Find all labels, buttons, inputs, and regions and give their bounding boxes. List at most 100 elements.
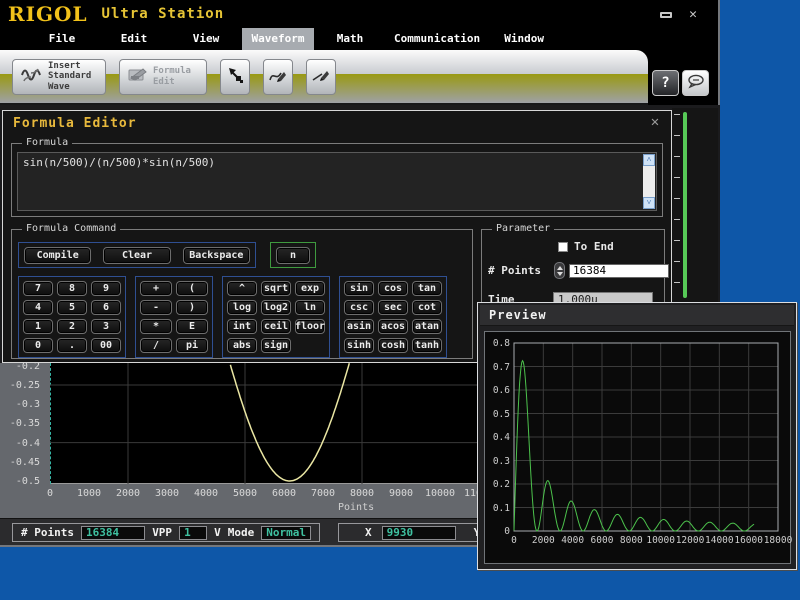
formula-edit-button[interactable]: Formula Edit — [119, 59, 207, 95]
scroll-up-icon[interactable]: ˄ — [643, 154, 655, 166]
keypad-sec-button[interactable]: sec — [378, 300, 408, 315]
keypad-7-button[interactable]: 7 — [23, 281, 53, 296]
formula-groupbox: Formula sin(n/500)/(n/500)*sin(n/500) ˄ … — [11, 143, 663, 217]
to-end-checkbox[interactable] — [558, 242, 568, 252]
formula-edit-icon — [127, 66, 149, 88]
keypad-pi-button[interactable]: pi — [176, 338, 208, 353]
keypad-00-button[interactable]: 00 — [91, 338, 121, 353]
keypad-abs-button[interactable]: abs — [227, 338, 257, 353]
keypad-int-button[interactable]: int — [227, 319, 257, 334]
menu-item-view[interactable]: View — [170, 28, 242, 50]
menu-item-waveform[interactable]: Waveform — [242, 28, 314, 50]
status-points-value[interactable]: 16384 — [81, 526, 145, 540]
operator-keypad: + (-) * E / pi — [135, 276, 213, 358]
keypad-log-button[interactable]: log — [227, 300, 257, 315]
keypad-E-button[interactable]: E — [176, 319, 208, 334]
freehand-draw-button[interactable] — [263, 59, 293, 95]
standard-wave-icon — [20, 65, 44, 89]
keypad-cosh-button[interactable]: cosh — [378, 338, 408, 353]
keypad-sin-button[interactable]: sin — [344, 281, 374, 296]
points-spinner[interactable] — [554, 262, 565, 279]
green-level-bar — [683, 112, 687, 298]
x-tick-label: 8000 — [340, 489, 384, 499]
keypad-csc-button[interactable]: csc — [344, 300, 374, 315]
digit-keypad: 789 456 123 0. 00 — [18, 276, 126, 358]
status-mode-value[interactable]: Normal — [261, 526, 311, 540]
keypad-floor-button[interactable]: floor — [295, 319, 325, 334]
dialog-close-button[interactable]: ✕ — [647, 114, 663, 130]
keypad-log2-button[interactable]: log2 — [261, 300, 291, 315]
keypad-acos-button[interactable]: acos — [378, 319, 408, 334]
keypad-tanh-button[interactable]: tanh — [412, 338, 442, 353]
close-button[interactable]: ✕ — [684, 8, 702, 21]
y-tick-label: -0.5 — [0, 477, 46, 487]
keypad-cos-button[interactable]: cos — [378, 281, 408, 296]
menu-item-file[interactable]: File — [26, 28, 98, 50]
keypad-)-button[interactable]: ) — [176, 300, 208, 315]
menu-item-window[interactable]: Window — [488, 28, 560, 50]
keypad-5-button[interactable]: 5 — [57, 300, 87, 315]
clear-button[interactable]: Clear — [103, 247, 170, 264]
keypad-.-button[interactable]: . — [57, 338, 87, 353]
keypad-1-button[interactable]: 1 — [23, 319, 53, 334]
y-tick-label: -0.4 — [0, 439, 46, 449]
keypad-sinh-button[interactable]: sinh — [344, 338, 374, 353]
keypad-*-button[interactable]: * — [140, 319, 172, 334]
n-button[interactable]: n — [276, 247, 310, 264]
minimize-button[interactable] — [657, 8, 675, 21]
formula-edit-label: Formula Edit — [153, 66, 199, 86]
status-vpp-value[interactable]: 1 — [179, 526, 207, 540]
keypad-9-button[interactable]: 9 — [91, 281, 121, 296]
keypad-8-button[interactable]: 8 — [57, 281, 87, 296]
keypad-+-button[interactable]: + — [140, 281, 172, 296]
preview-window: Preview 00.10.20.30.40.50.60.70.80200040… — [477, 302, 797, 570]
preview-title: Preview — [489, 308, 547, 322]
preview-titlebar[interactable]: Preview — [480, 305, 794, 326]
keypad-0-button[interactable]: 0 — [23, 338, 53, 353]
keypad-sign-button[interactable]: sign — [261, 338, 291, 353]
app-title: Ultra Station — [102, 6, 225, 22]
status-x-value[interactable]: 9930 — [382, 526, 456, 540]
points-label: # Points — [488, 264, 546, 277]
y-tick-label: -0.3 — [0, 400, 46, 410]
toolbar: Insert Standard Wave Formula Edit — [0, 50, 648, 105]
keypad-exp-button[interactable]: exp — [295, 281, 325, 296]
menu-item-math[interactable]: Math — [314, 28, 386, 50]
scroll-down-icon[interactable]: ˅ — [643, 197, 655, 209]
keypad-cot-button[interactable]: cot — [412, 300, 442, 315]
keypad-atan-button[interactable]: atan — [412, 319, 442, 334]
formula-text: sin(n/500)/(n/500)*sin(n/500) — [23, 156, 215, 169]
formula-scrollbar[interactable]: ˄ ˅ — [643, 154, 655, 209]
keypad-6-button[interactable]: 6 — [91, 300, 121, 315]
zoom-select-button[interactable] — [220, 59, 250, 95]
formula-textarea[interactable]: sin(n/500)/(n/500)*sin(n/500) ˄ ˅ — [17, 152, 657, 211]
feedback-button[interactable] — [682, 70, 709, 96]
keypad-^-button[interactable]: ^ — [227, 281, 257, 296]
backspace-button[interactable]: Backspace — [183, 247, 250, 264]
x-tick-label: 0 — [28, 489, 72, 499]
menu-item-communication[interactable]: Communication — [386, 28, 488, 50]
keypad-asin-button[interactable]: asin — [344, 319, 374, 334]
keypad-tan-button[interactable]: tan — [412, 281, 442, 296]
line-draw-button[interactable] — [306, 59, 336, 95]
preview-y-tick-label: 0.1 — [484, 504, 510, 514]
keypad-3-button[interactable]: 3 — [91, 319, 121, 334]
keypad-sqrt-button[interactable]: sqrt — [261, 281, 291, 296]
keypad-4-button[interactable]: 4 — [23, 300, 53, 315]
help-button[interactable]: ? — [652, 70, 679, 96]
keypad-ceil-button[interactable]: ceil — [261, 319, 291, 334]
spinner-up-icon — [557, 266, 563, 270]
points-input[interactable] — [569, 264, 669, 278]
y-tick-label: -0.35 — [0, 419, 46, 429]
menu-item-edit[interactable]: Edit — [98, 28, 170, 50]
insert-standard-wave-button[interactable]: Insert Standard Wave — [12, 59, 106, 95]
command-button-group: Compile Clear Backspace — [18, 242, 256, 268]
keypad-/-button[interactable]: / — [140, 338, 172, 353]
question-icon: ? — [661, 75, 669, 91]
keypad-ln-button[interactable]: ln — [295, 300, 325, 315]
keypad---button[interactable]: - — [140, 300, 172, 315]
compile-button[interactable]: Compile — [24, 247, 91, 264]
y-tick-label: -0.45 — [0, 458, 46, 468]
keypad-(-button[interactable]: ( — [176, 281, 208, 296]
keypad-2-button[interactable]: 2 — [57, 319, 87, 334]
